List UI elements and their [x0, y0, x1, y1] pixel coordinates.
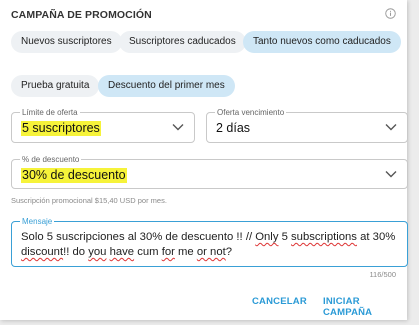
chevron-down-icon — [385, 124, 397, 131]
info-icon[interactable] — [385, 8, 396, 19]
message-text: Solo 5 suscripciones al 30% de descuento… — [21, 231, 396, 258]
chevron-down-icon — [172, 124, 184, 131]
offer-expiry-value: 2 días — [216, 121, 251, 135]
discount-select[interactable]: % de descuento 30% de descuento — [11, 154, 408, 189]
promotion-dialog: CAMPAÑA DE PROMOCIÓN Nuevos suscriptores… — [0, 0, 408, 320]
discount-value: 30% de descuento — [21, 168, 127, 183]
offer-expiry-select[interactable]: Oferta vencimiento 2 días — [206, 107, 408, 143]
offer-expiry-label: Oferta vencimiento — [215, 107, 287, 118]
offer-limit-label: Límite de oferta — [20, 107, 80, 118]
dialog-title: CAMPAÑA DE PROMOCIÓN — [11, 9, 152, 21]
chip-first-month-discount[interactable]: Descuento del primer mes — [98, 75, 235, 97]
chip-free-trial[interactable]: Prueba gratuita — [11, 75, 100, 97]
chevron-down-icon — [385, 171, 397, 178]
char-counter: 116/500 — [369, 270, 396, 279]
discount-label: % de descuento — [20, 154, 82, 165]
message-textarea[interactable]: Mensaje Solo 5 suscripciones al 30% de d… — [11, 216, 408, 267]
chip-new-subscribers[interactable]: Nuevos suscriptores — [11, 31, 122, 53]
offer-limit-value: 5 suscriptores — [21, 121, 101, 136]
offer-limit-select[interactable]: Límite de oferta 5 suscriptores — [11, 107, 195, 143]
chip-new-and-expired[interactable]: Tanto nuevos como caducados — [243, 31, 401, 53]
cancel-button[interactable]: CANCELAR — [252, 296, 307, 307]
start-campaign-button[interactable]: INICIAR CAMPAÑA — [323, 296, 407, 318]
chip-expired-subscribers[interactable]: Suscriptores caducados — [119, 31, 246, 53]
promo-price-hint: Suscripción promocional $15,40 USD por m… — [11, 196, 167, 205]
message-label: Mensaje — [20, 216, 55, 227]
